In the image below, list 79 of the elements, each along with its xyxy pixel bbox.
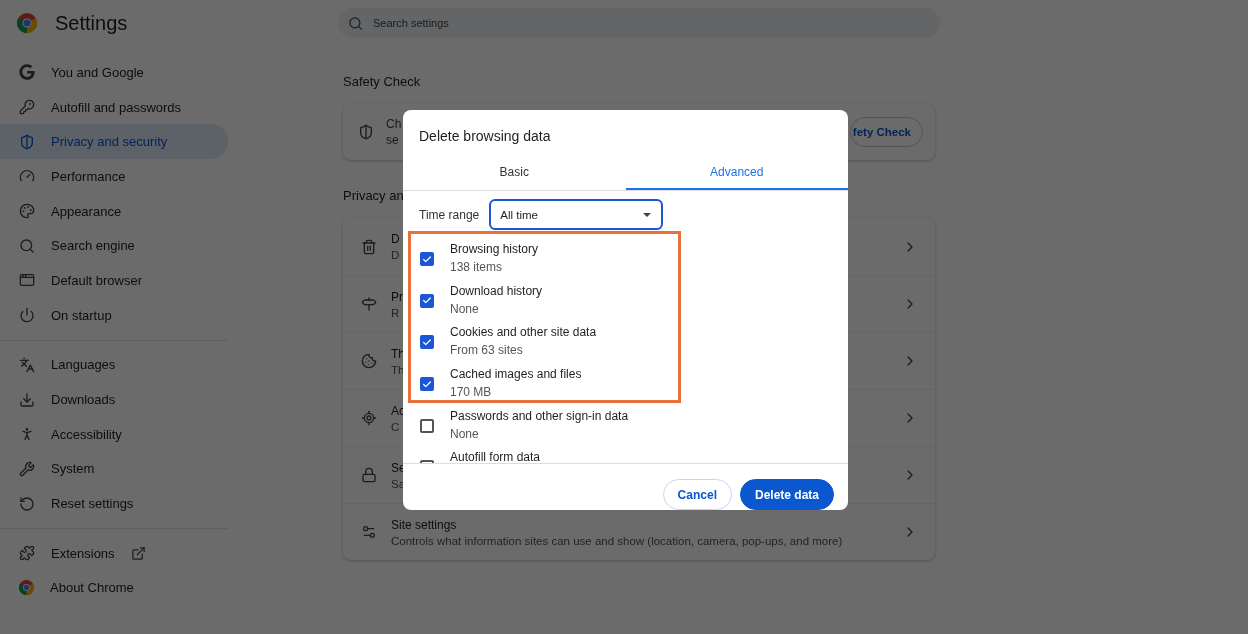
row-subtitle: Controls what information sites can use and show (location, camera, pop-ups, and more) bbox=[391, 534, 843, 547]
letter-g-icon bbox=[19, 64, 35, 81]
check-icon bbox=[422, 253, 432, 265]
option-detail: From 63 sites bbox=[450, 343, 524, 358]
power-icon bbox=[19, 307, 35, 324]
section-heading: Safety Check bbox=[343, 74, 422, 90]
puzzle-icon bbox=[19, 545, 35, 562]
checkbox[interactable] bbox=[420, 293, 434, 308]
search-icon bbox=[19, 237, 35, 254]
row-title[interactable]: Site settings bbox=[391, 517, 457, 532]
sidebar-item[interactable]: Privacy and security bbox=[0, 124, 228, 160]
wrench-icon bbox=[19, 460, 35, 477]
checkbox[interactable] bbox=[420, 377, 434, 392]
row-subtitle: D bbox=[391, 249, 400, 261]
sidebar-item[interactable]: Downloads bbox=[0, 382, 228, 417]
shield-icon bbox=[19, 133, 35, 150]
option-label: Download history bbox=[450, 283, 543, 298]
person-icon bbox=[19, 426, 35, 443]
reset-icon bbox=[19, 495, 35, 512]
sidebar-item[interactable]: System bbox=[0, 451, 228, 487]
option-detail: 138 items bbox=[450, 260, 504, 274]
option-label: Cached images and files bbox=[450, 367, 582, 382]
browser-logo bbox=[17, 13, 37, 33]
search-icon bbox=[348, 15, 363, 31]
tab[interactable]: Basic bbox=[403, 156, 626, 190]
sidebar-item[interactable]: Default browser bbox=[0, 263, 228, 298]
tab[interactable]: Advanced bbox=[625, 156, 848, 190]
sliders-icon bbox=[361, 524, 377, 540]
sidebar-item[interactable]: Extensions bbox=[0, 535, 228, 571]
card-text: se bbox=[386, 133, 399, 147]
checkbox[interactable] bbox=[420, 418, 434, 433]
languages-icon bbox=[19, 356, 35, 373]
card-text: Ch bbox=[386, 117, 402, 131]
sidebar-item[interactable]: Performance bbox=[0, 159, 228, 194]
checkbox[interactable] bbox=[420, 335, 434, 350]
row-title[interactable]: D bbox=[391, 232, 400, 246]
external-link-icon bbox=[130, 545, 146, 561]
signpost-icon bbox=[361, 296, 377, 312]
search-field[interactable]: Search settings bbox=[338, 8, 940, 38]
trash-icon bbox=[361, 238, 377, 255]
sidebar-item[interactable]: On startup bbox=[0, 297, 228, 333]
row-subtitle: C bbox=[391, 420, 400, 433]
sidebar-item[interactable]: Search engine bbox=[0, 228, 228, 264]
row-title[interactable]: Pr bbox=[391, 289, 403, 304]
logo-icon bbox=[19, 580, 34, 596]
search-input[interactable]: Search settings bbox=[371, 16, 930, 30]
checkbox[interactable] bbox=[420, 252, 434, 266]
row-subtitle: R bbox=[391, 306, 400, 319]
download-icon bbox=[19, 391, 35, 408]
option-label: Passwords and other sign-in data bbox=[450, 408, 629, 423]
option-label: Autofill form data bbox=[450, 450, 541, 463]
option-label: Cookies and other site data bbox=[450, 325, 597, 340]
check-icon bbox=[422, 336, 432, 348]
sidebar-item[interactable]: Accessibility bbox=[0, 416, 228, 452]
lock-icon bbox=[361, 467, 377, 483]
target-icon bbox=[361, 410, 377, 426]
sidebar-item[interactable]: Languages bbox=[0, 347, 228, 383]
cookie-icon bbox=[361, 353, 377, 369]
dialog-title: Delete browsing data bbox=[418, 127, 552, 146]
option-detail: None bbox=[450, 301, 480, 316]
sidebar-item[interactable]: Reset settings bbox=[0, 486, 228, 521]
option-detail: 170 MB bbox=[450, 385, 493, 400]
app-title: Settings bbox=[55, 11, 128, 35]
window-icon bbox=[19, 272, 35, 289]
sidebar-item[interactable]: You and Google bbox=[0, 55, 228, 90]
safety-check-button[interactable]: fety Check bbox=[849, 117, 923, 147]
key-icon bbox=[19, 99, 35, 116]
sidebar-item[interactable]: Appearance bbox=[0, 193, 228, 229]
palette-icon bbox=[19, 203, 35, 220]
option-detail: None bbox=[450, 426, 480, 441]
shield-icon bbox=[358, 124, 374, 140]
delete-button[interactable]: Delete data bbox=[739, 479, 834, 510]
sidebar-item[interactable]: About Chrome bbox=[0, 570, 228, 606]
cancel-button[interactable]: Cancel bbox=[662, 479, 732, 510]
field-label: Time range bbox=[419, 207, 480, 222]
time-range-select[interactable]: All time bbox=[489, 199, 664, 230]
check-icon bbox=[422, 378, 432, 390]
option-label: Browsing history bbox=[450, 242, 539, 256]
section-heading: Privacy an bbox=[343, 188, 405, 204]
